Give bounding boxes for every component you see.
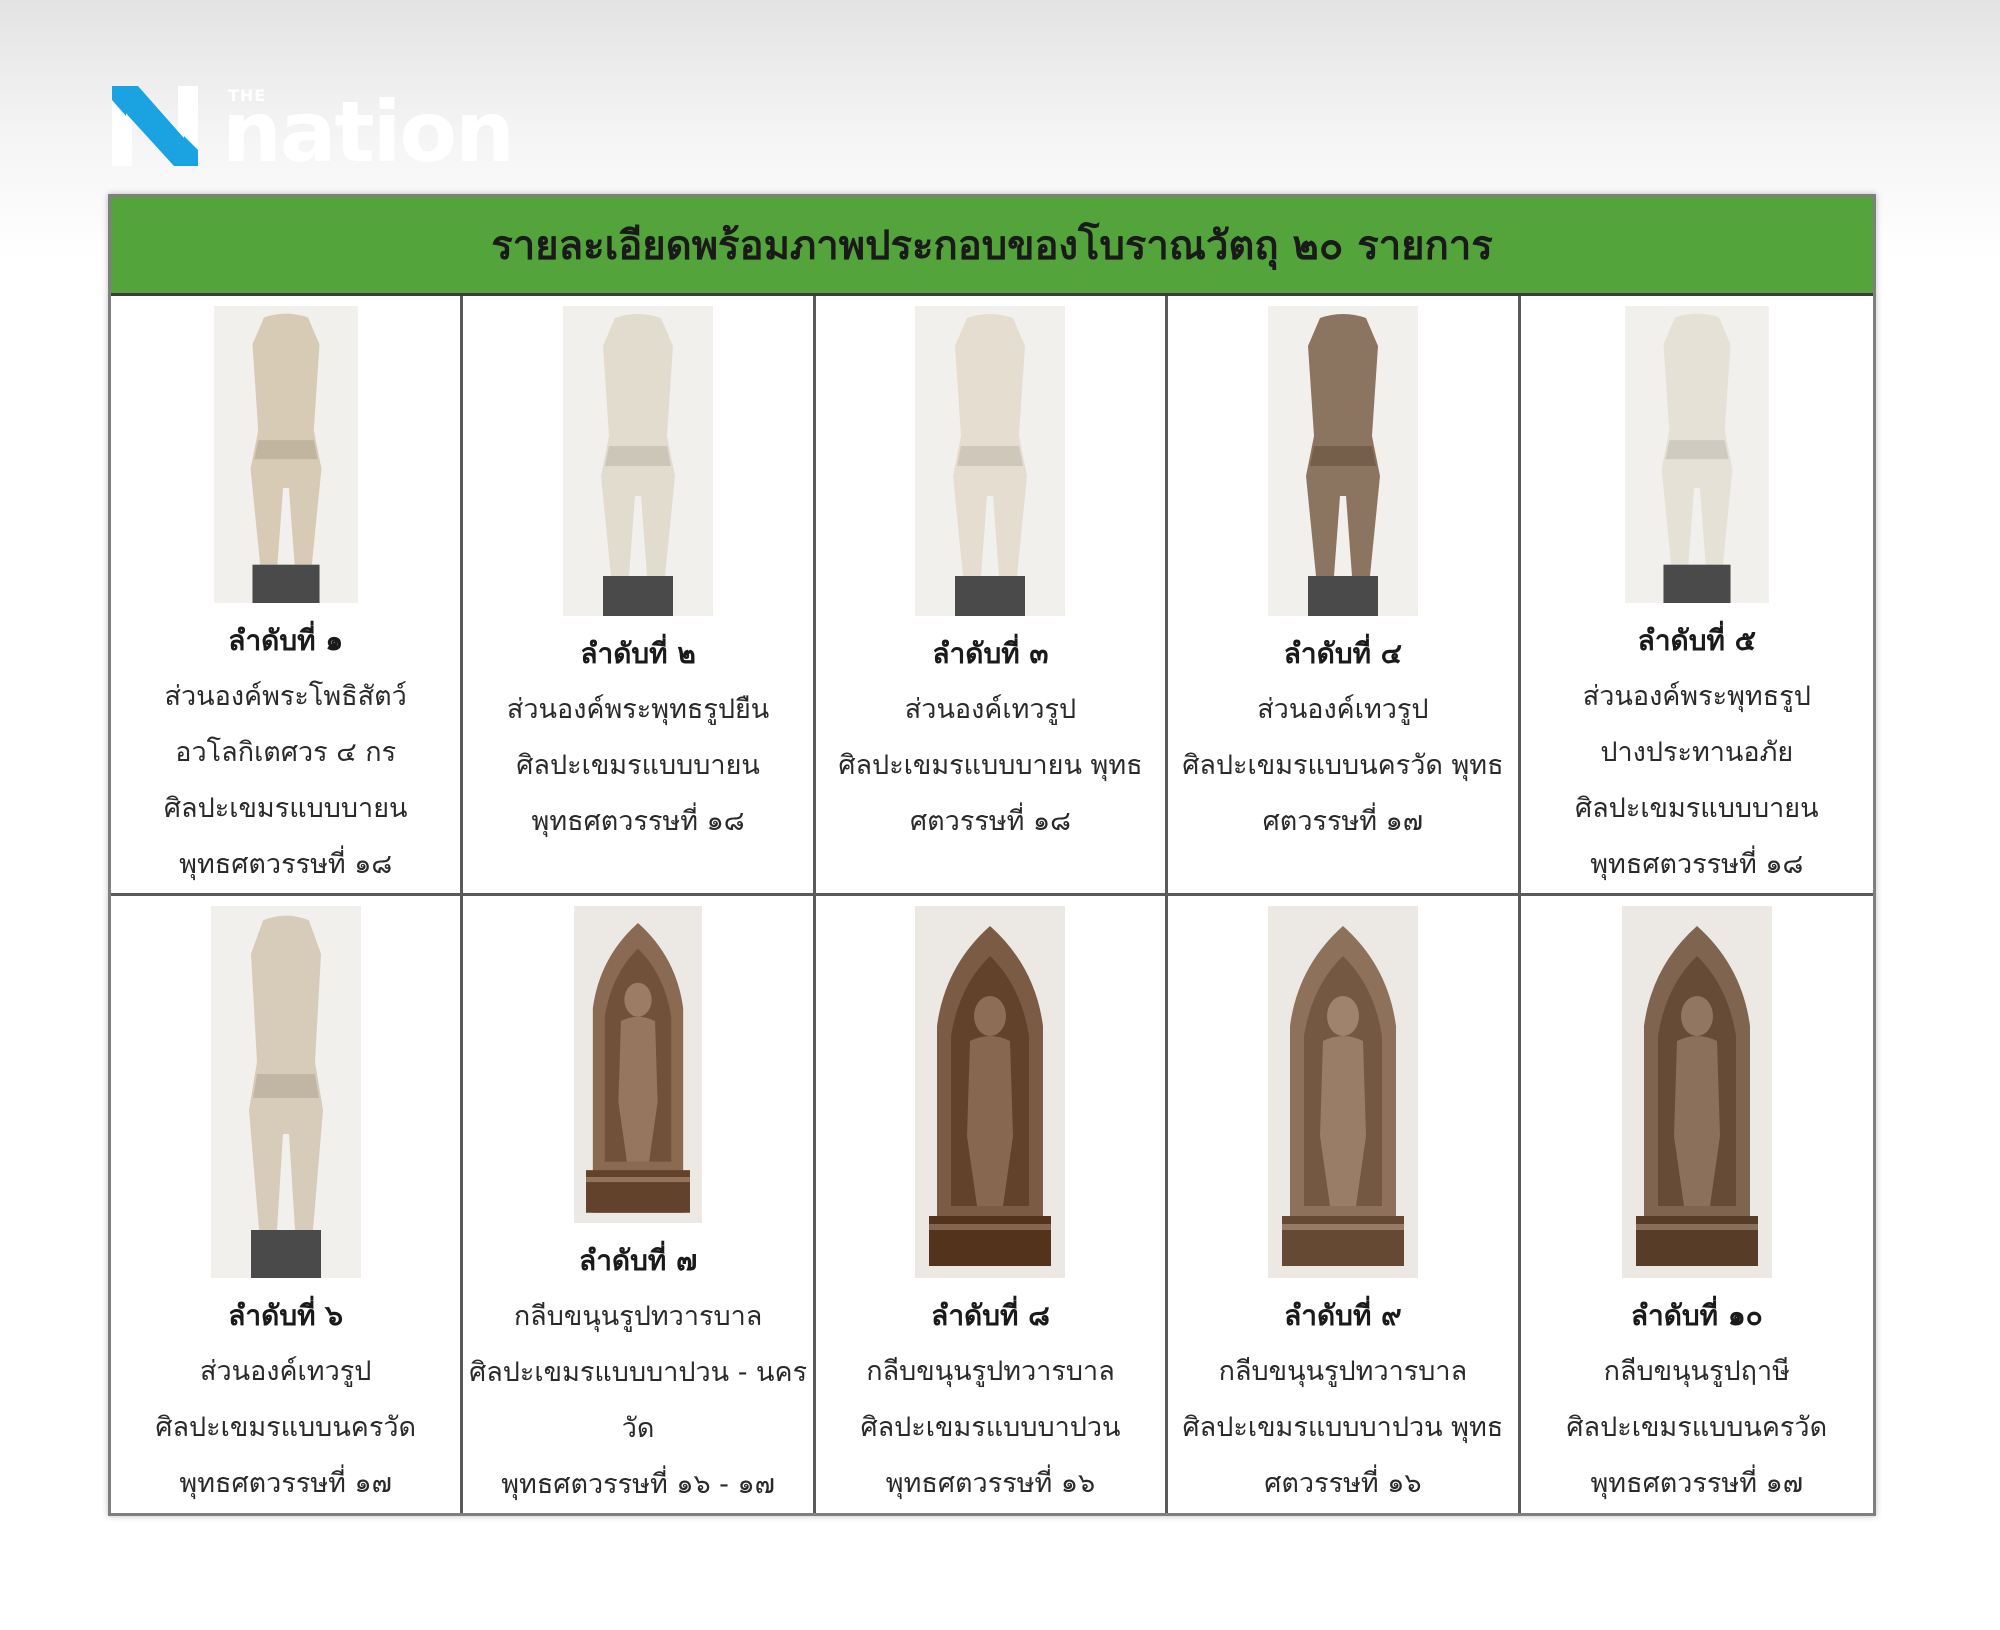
artifact-card: ลำดับที่ ๑๐ กลีบขนุนรูปฤาษี ศิลปะเขมรแบบ… — [1521, 896, 1873, 1513]
artifact-number: ลำดับที่ ๑๐ — [1630, 1299, 1763, 1332]
artifact-line: ศิลปะเขมรแบบบายน พุทธ — [838, 750, 1143, 781]
artifact-line: กลีบขนุนรูปฤาษี — [1603, 1356, 1790, 1387]
artifact-line: ศตวรรษที่ ๑๗ — [1262, 806, 1424, 837]
artifact-line: ศิลปะเขมรแบบบาปวน พุทธ — [1182, 1412, 1504, 1443]
artifact-line: พุทธศตวรรษที่ ๑๘ — [1590, 849, 1804, 880]
artifact-number: ลำดับที่ ๙ — [1284, 1299, 1402, 1332]
artifact-grid: ลำดับที่ ๑ ส่วนองค์พระโพธิสัตว์ อวโลกิเต… — [111, 296, 1873, 1513]
artifact-line: ศิลปะเขมรแบบบายน — [516, 750, 760, 781]
artifact-line: อวโลกิเตศวร ๔ กร — [175, 737, 397, 768]
artifact-line: ส่วนองค์เทวรูป — [1257, 694, 1429, 725]
artifact-line: ศตวรรษที่ ๑๘ — [909, 806, 1071, 837]
artifact-line: ส่วนองค์พระพุทธรูป — [1582, 681, 1811, 712]
statue-torso-image — [563, 306, 714, 616]
artifact-line: ส่วนองค์พระโพธิสัตว์ — [164, 681, 407, 712]
artifact-line: พุทธศตวรรษที่ ๑๗ — [1590, 1468, 1804, 1499]
statue-torso-image — [915, 306, 1066, 616]
artifact-card: ลำดับที่ ๓ ส่วนองค์เทวรูป ศิลปะเขมรแบบบา… — [815, 296, 1169, 896]
artifact-label: ลำดับที่ ๕ ส่วนองค์พระพุทธรูป ปางประทานอ… — [1575, 613, 1819, 893]
artifact-line: ศตวรรษที่ ๑๖ — [1264, 1468, 1422, 1499]
artifact-number: ลำดับที่ ๔ — [1283, 637, 1402, 670]
artifact-card: ลำดับที่ ๖ ส่วนองค์เทวรูป ศิลปะเขมรแบบนค… — [111, 896, 464, 1513]
board-title: รายละเอียดพร้อมภาพประกอบของโบราณวัตถุ ๒๐… — [491, 223, 1493, 269]
artifact-line: พุทธศตวรรษที่ ๑๖ — [885, 1468, 1096, 1499]
artifact-line: กลีบขนุนรูปทวารบาล — [513, 1301, 763, 1332]
carved-stele-image — [915, 906, 1066, 1278]
artifact-card: ลำดับที่ ๘ กลีบขนุนรูปทวารบาล ศิลปะเขมรแ… — [816, 896, 1169, 1513]
carved-stele-image — [574, 906, 703, 1223]
artifact-line: ส่วนองค์พระพุทธรูปยืน — [506, 694, 770, 725]
artifact-label: ลำดับที่ ๑๐ กลีบขนุนรูปฤาษี ศิลปะเขมรแบบ… — [1566, 1288, 1827, 1512]
artifact-line: พุทธศตวรรษที่ ๑๘ — [179, 849, 393, 880]
artifact-label: ลำดับที่ ๙ กลีบขนุนรูปทวารบาล ศิลปะเขมรแ… — [1183, 1288, 1504, 1512]
artifact-label: ลำดับที่ ๗ กลีบขนุนรูปทวารบาล ศิลปะเขมรแ… — [463, 1233, 812, 1513]
artifact-label: ลำดับที่ ๓ ส่วนองค์เทวรูป ศิลปะเขมรแบบบา… — [838, 626, 1142, 850]
artifact-number: ลำดับที่ ๗ — [579, 1244, 698, 1277]
artifact-number: ลำดับที่ ๑ — [228, 624, 344, 657]
artifact-line: ศิลปะเขมรแบบบาปวน — [860, 1412, 1121, 1443]
carved-stele-image — [1621, 906, 1772, 1278]
artifact-label: ลำดับที่ ๑ ส่วนองค์พระโพธิสัตว์ อวโลกิเต… — [164, 613, 408, 893]
artifact-line: พุทธศตวรรษที่ ๑๘ — [531, 806, 745, 837]
artifact-line: ปางประทานอภัย — [1600, 737, 1794, 768]
artifact-label: ลำดับที่ ๔ ส่วนองค์เทวรูป ศิลปะเขมรแบบนค… — [1182, 626, 1503, 850]
artifact-label: ลำดับที่ ๘ กลีบขนุนรูปทวารบาล ศิลปะเขมรแ… — [860, 1288, 1120, 1512]
artifact-line: ศิลปะเขมรแบบนครวัด — [1566, 1412, 1828, 1443]
artifact-line: ศิลปะเขมรแบบนครวัด — [155, 1412, 417, 1443]
artifact-line: ศิลปะเขมรแบบบาปวน - นครวัด — [469, 1357, 808, 1444]
statue-torso-image — [1624, 306, 1769, 603]
artifact-number: ลำดับที่ ๘ — [931, 1299, 1050, 1332]
statue-torso-image — [213, 306, 358, 603]
artifact-number: ลำดับที่ ๕ — [1637, 624, 1756, 657]
statue-torso-image — [1267, 306, 1418, 616]
artifact-card: ลำดับที่ ๑ ส่วนองค์พระโพธิสัตว์ อวโลกิเต… — [111, 296, 464, 896]
artifact-line: ศิลปะเขมรแบบบายน — [1575, 793, 1819, 824]
artifact-card: ลำดับที่ ๙ กลีบขนุนรูปทวารบาล ศิลปะเขมรแ… — [1168, 896, 1521, 1513]
artifact-card: ลำดับที่ ๕ ส่วนองค์พระพุทธรูป ปางประทานอ… — [1520, 296, 1873, 896]
artifact-line: ศิลปะเขมรแบบนครวัด พุทธ — [1182, 750, 1504, 781]
nation-n-logo-icon — [112, 86, 198, 166]
artifact-label: ลำดับที่ ๖ ส่วนองค์เทวรูป ศิลปะเขมรแบบนค… — [155, 1288, 416, 1512]
artifact-label: ลำดับที่ ๒ ส่วนองค์พระพุทธรูปยืน ศิลปะเข… — [507, 626, 769, 850]
artifact-line: กลีบขนุนรูปทวารบาล — [866, 1356, 1115, 1387]
artifact-line: ศิลปะเขมรแบบบายน — [163, 793, 408, 824]
artifact-card: ลำดับที่ ๒ ส่วนองค์พระพุทธรูปยืน ศิลปะเข… — [463, 296, 816, 896]
artifact-number: ลำดับที่ ๓ — [932, 637, 1049, 670]
artifact-number: ลำดับที่ ๖ — [228, 1299, 344, 1332]
artifact-card: ลำดับที่ ๔ ส่วนองค์เทวรูป ศิลปะเขมรแบบนค… — [1168, 296, 1521, 896]
carved-stele-image — [1267, 906, 1418, 1278]
artifact-line: ส่วนองค์เทวรูป — [904, 694, 1077, 725]
statue-torso-image — [210, 906, 361, 1278]
artifact-line: กลีบขนุนรูปทวารบาล — [1218, 1356, 1468, 1387]
artifact-number: ลำดับที่ ๒ — [580, 637, 696, 670]
artifact-line: พุทธศตวรรษที่ ๑๗ — [179, 1468, 392, 1499]
board-header: รายละเอียดพร้อมภาพประกอบของโบราณวัตถุ ๒๐… — [111, 197, 1873, 296]
the-nation-logo[interactable]: THE nation — [112, 84, 532, 174]
artifact-line: ส่วนองค์เทวรูป — [199, 1356, 372, 1387]
artifact-board: รายละเอียดพร้อมภาพประกอบของโบราณวัตถุ ๒๐… — [108, 194, 1876, 1516]
logo-wordmark: nation — [222, 83, 515, 181]
artifact-line: พุทธศตวรรษที่ ๑๖ - ๑๗ — [501, 1469, 775, 1500]
artifact-card: ลำดับที่ ๗ กลีบขนุนรูปทวารบาล ศิลปะเขมรแ… — [463, 896, 816, 1513]
